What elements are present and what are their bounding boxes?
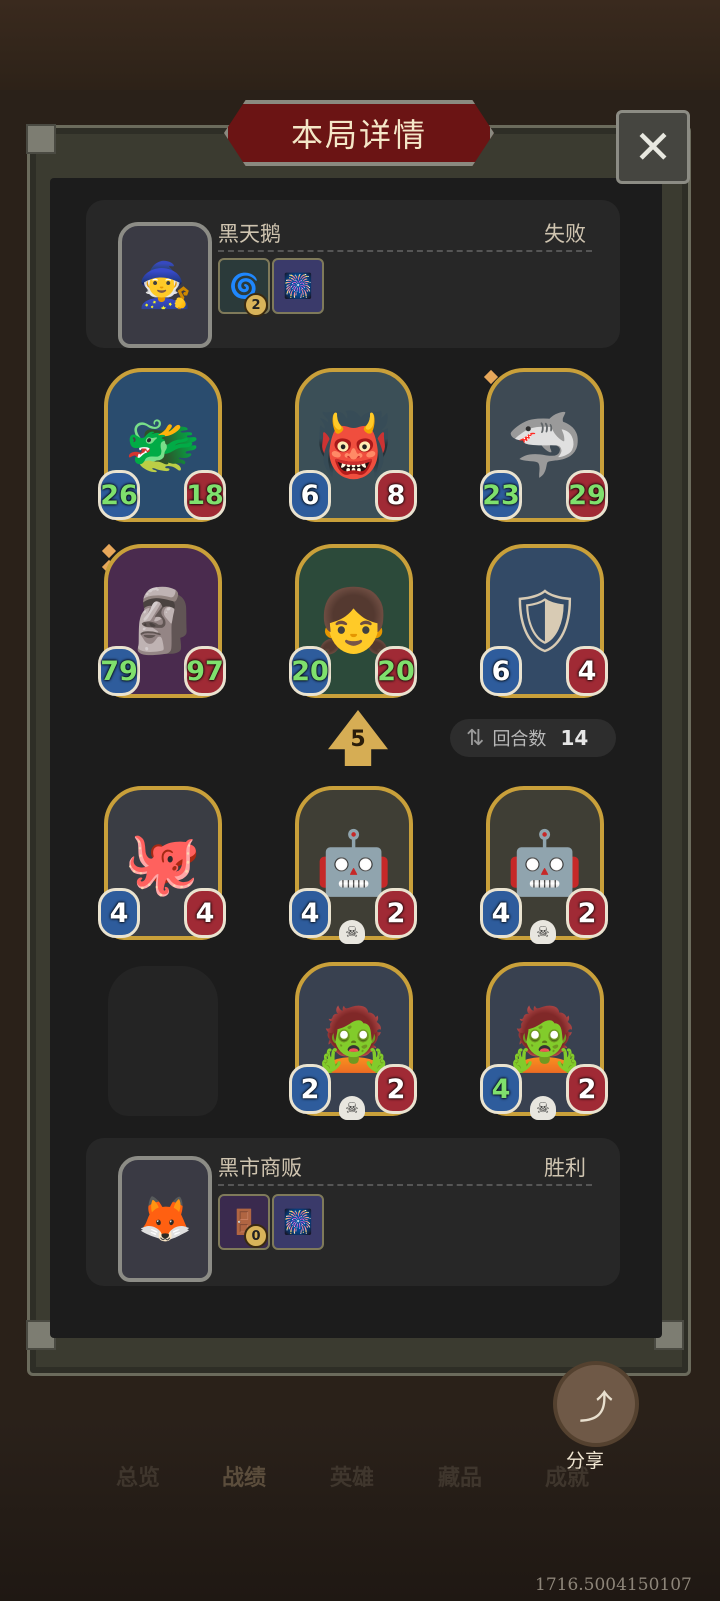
close-icon: ✕ — [633, 120, 673, 174]
minion-card[interactable]: 👹 6 8 — [289, 368, 417, 522]
attack-stat: 26 — [98, 470, 140, 520]
turn-value: 14 — [560, 726, 589, 750]
turn-counter: ⇅ 回合数 14 — [450, 719, 616, 757]
health-stat: 2 — [375, 888, 417, 938]
nav-achievements[interactable]: 成就 — [545, 1460, 589, 1492]
health-stat: 8 — [375, 470, 417, 520]
page-title: 本局详情 — [290, 116, 427, 154]
minion-card[interactable]: 🧟 4 2 ☠ — [480, 962, 608, 1120]
nav-collection[interactable]: 藏品 — [438, 1460, 482, 1492]
minion-card[interactable]: 🗿 79 97 — [98, 543, 226, 698]
attack-stat: 4 — [289, 888, 331, 938]
player-result: 胜利 — [544, 1156, 586, 1180]
health-stat: 4 — [184, 888, 226, 938]
share-button[interactable]: ⤴ — [553, 1361, 639, 1447]
health-stat: 2 — [375, 1064, 417, 1114]
divider — [218, 1184, 592, 1186]
minion-card[interactable]: 🐲 26 18 — [98, 368, 226, 522]
player-name: 黑天鹅 — [218, 222, 281, 246]
background-top — [0, 0, 720, 90]
tavern-tier-value: 5 — [350, 727, 366, 752]
health-stat: 18 — [184, 470, 226, 520]
attack-stat: 6 — [289, 470, 331, 520]
player-result: 失败 — [544, 222, 586, 246]
close-button[interactable]: ✕ — [616, 110, 690, 184]
health-stat: 2 — [566, 1064, 608, 1114]
skull-icon: ☠ — [339, 920, 365, 944]
attack-stat: 2 — [289, 1064, 331, 1114]
minion-card[interactable]: 🦈 23 29 — [480, 368, 608, 522]
health-stat: 4 — [566, 646, 608, 696]
attack-stat: 4 — [98, 888, 140, 938]
item-badge: 2 — [244, 293, 268, 317]
minion-card[interactable]: 🤖 4 2 ☠ — [289, 786, 417, 944]
player-name: 黑市商贩 — [218, 1156, 302, 1180]
minion-card[interactable]: 🧟 2 2 ☠ — [289, 962, 417, 1120]
attack-stat: 4 — [480, 888, 522, 938]
jackal-merchant-icon[interactable]: 🦊 — [118, 1156, 212, 1282]
minion-card[interactable]: 🛡 6 4 — [480, 544, 608, 698]
fireworks-icon[interactable]: 🎆 — [272, 258, 324, 314]
hooded-hero-icon[interactable]: 🧙 — [118, 222, 212, 348]
attack-stat: 23 — [480, 470, 522, 520]
skull-icon: ☠ — [339, 1096, 365, 1120]
divider — [218, 250, 592, 252]
health-stat: 20 — [375, 646, 417, 696]
minion-card[interactable]: 👧 20 20 — [289, 544, 417, 698]
skull-icon: ☠ — [530, 920, 556, 944]
fireworks-icon[interactable]: 🎆 — [272, 1194, 324, 1250]
minion-card[interactable]: 🤖 4 2 ☠ — [480, 786, 608, 944]
coordinate-readout: 1716.5004150107 — [535, 1575, 692, 1595]
swap-icon: ⇅ — [466, 725, 485, 751]
item-badge: 0 — [244, 1224, 268, 1248]
attack-stat: 20 — [289, 646, 331, 696]
nav-overview[interactable]: 总览 — [116, 1460, 160, 1492]
empty-minion-slot — [108, 966, 218, 1116]
nav-records[interactable]: 战绩 — [222, 1460, 266, 1492]
minion-card[interactable]: 🐙 4 4 — [98, 786, 226, 940]
nav-heroes[interactable]: 英雄 — [330, 1460, 374, 1492]
attack-stat: 79 — [98, 646, 140, 696]
health-stat: 29 — [566, 470, 608, 520]
attack-stat: 4 — [480, 1064, 522, 1114]
health-stat: 2 — [566, 888, 608, 938]
share-icon: ⤴ — [579, 1387, 613, 1428]
skull-icon: ☠ — [530, 1096, 556, 1120]
health-stat: 97 — [184, 646, 226, 696]
background-bottom — [0, 1420, 720, 1601]
turn-label: 回合数 — [492, 729, 547, 750]
attack-stat: 6 — [480, 646, 522, 696]
frame-corner — [26, 124, 56, 154]
title-plate: 本局详情 — [224, 100, 494, 166]
